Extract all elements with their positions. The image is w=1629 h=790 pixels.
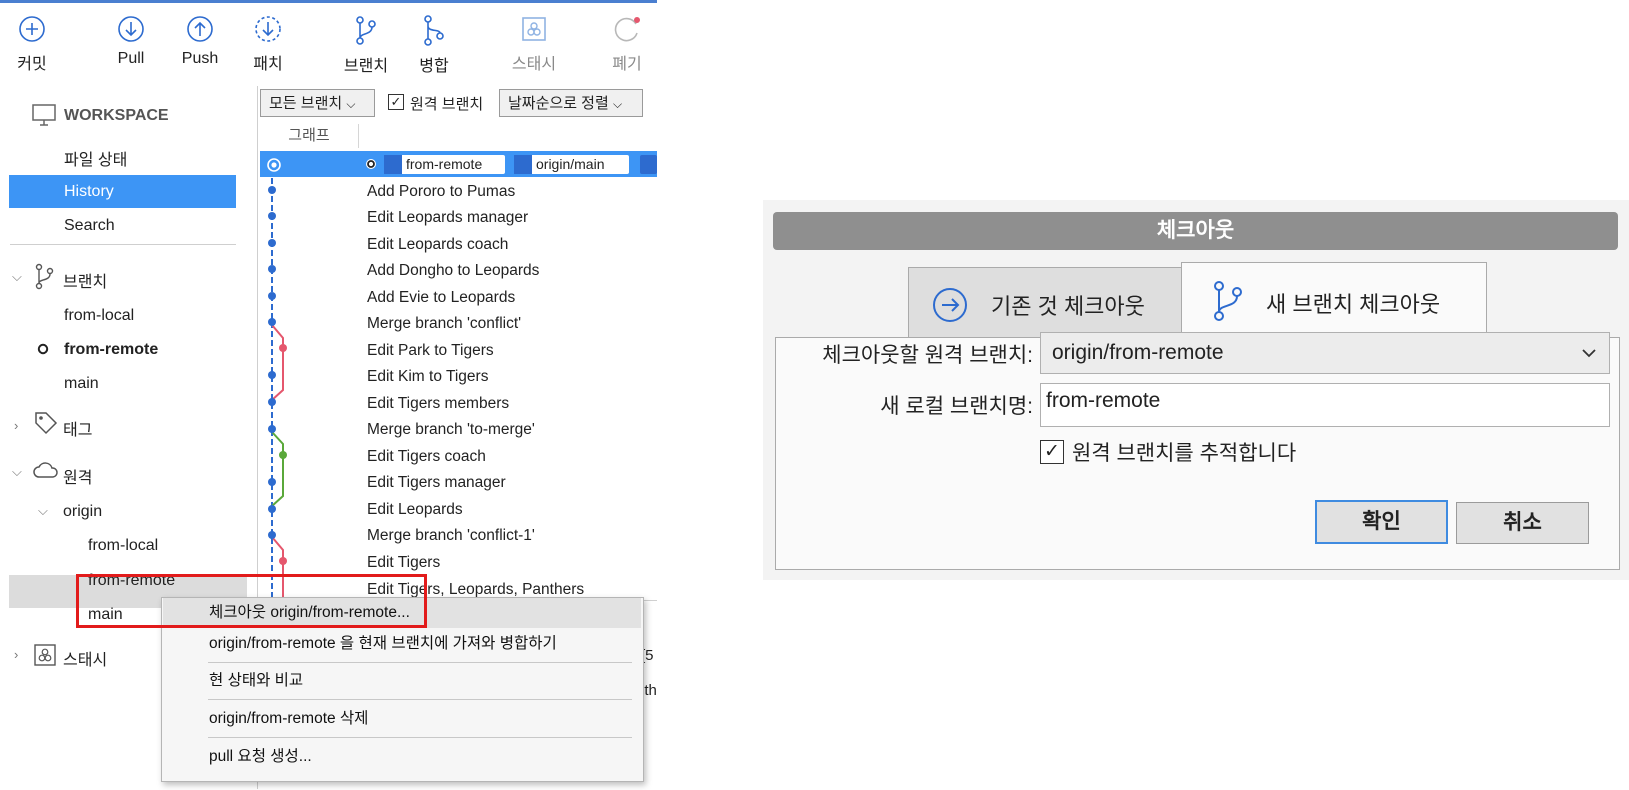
remote-branch-label: 체크아웃할 원격 브랜치: — [822, 344, 1033, 367]
commit-message[interactable]: Merge branch 'to-merge' — [367, 421, 535, 439]
stash-icon — [34, 644, 56, 666]
commit-message[interactable]: Edit Tigers coach — [367, 448, 486, 466]
menu-separator — [208, 662, 632, 663]
ok-button[interactable]: 확인 — [1315, 500, 1448, 544]
commit-message[interactable]: Edit Kim to Tigers — [367, 368, 488, 386]
commit-message[interactable]: Edit Leopards coach — [367, 236, 508, 254]
sourcetree-window: 커밋 Pull Push 패치 브랜치 병합 스태시 폐기 WORKSPACE … — [0, 0, 657, 790]
commit-message[interactable]: Merge branch 'conflict-1' — [367, 527, 535, 545]
local-branch-name-input[interactable]: from-remote — [1040, 383, 1610, 427]
commit-message[interactable]: Add Pororo to Pumas — [367, 183, 515, 201]
tab-checkout-existing[interactable]: 기존 것 체크아웃 — [908, 267, 1186, 339]
commit-message[interactable]: Edit Park to Tigers — [367, 342, 494, 360]
commit-message[interactable]: Edit Tigers members — [367, 395, 509, 413]
commit-message[interactable]: Edit Leopards manager — [367, 209, 528, 227]
menu-create-pull-request[interactable]: pull 요청 생성... — [163, 742, 641, 772]
track-remote-label[interactable]: 원격 브랜치를 추적합니다 — [1072, 437, 1296, 467]
arrow-right-circle-icon — [933, 288, 967, 322]
highlight-annotation-box — [76, 574, 427, 628]
chevron-down-icon — [1582, 349, 1596, 358]
checkout-dialog: 체크아웃 기존 것 체크아웃 새 브랜치 체크아웃 체크아웃할 원격 브랜치: … — [763, 200, 1629, 580]
menu-diff-against-current[interactable]: 현 상태와 비교 — [163, 666, 641, 696]
commit-list: Add Pororo to Pumas Edit Leopards manage… — [0, 0, 657, 600]
menu-merge-into-current[interactable]: origin/from-remote 을 현재 브랜치에 가져와 병합하기 — [163, 629, 641, 659]
stash-header[interactable]: 스태시 — [63, 646, 107, 670]
commit-message[interactable]: Edit Tigers — [367, 554, 440, 572]
menu-separator — [208, 737, 632, 738]
cancel-button[interactable]: 취소 — [1456, 502, 1589, 544]
remote-branch-select[interactable]: origin/from-remote — [1040, 332, 1610, 374]
dialog-title: 체크아웃 — [773, 212, 1618, 250]
tab-checkout-new-branch[interactable]: 새 브랜치 체크아웃 — [1181, 262, 1487, 342]
menu-delete-remote-branch[interactable]: origin/from-remote 삭제 — [163, 704, 641, 734]
commit-message[interactable]: Add Evie to Leopards — [367, 289, 515, 307]
commit-message[interactable]: Add Dongho to Leopards — [367, 262, 539, 280]
menu-separator — [208, 699, 632, 700]
remote-branch-select-value: origin/from-remote — [1052, 341, 1224, 364]
tab-checkout-existing-label: 기존 것 체크아웃 — [991, 294, 1145, 319]
local-branch-name-label: 새 로컬 브랜치명: — [880, 395, 1033, 418]
tab-checkout-new-branch-label: 새 브랜치 체크아웃 — [1266, 292, 1441, 317]
track-remote-checkbox[interactable]: ✓ — [1040, 440, 1064, 464]
commit-message[interactable]: Edit Tigers manager — [367, 474, 506, 492]
commit-message[interactable]: Edit Leopards — [367, 501, 463, 519]
commit-message[interactable]: Merge branch 'conflict' — [367, 315, 521, 333]
branch-icon — [1214, 281, 1242, 321]
chevron-right-icon[interactable]: › — [14, 647, 18, 662]
